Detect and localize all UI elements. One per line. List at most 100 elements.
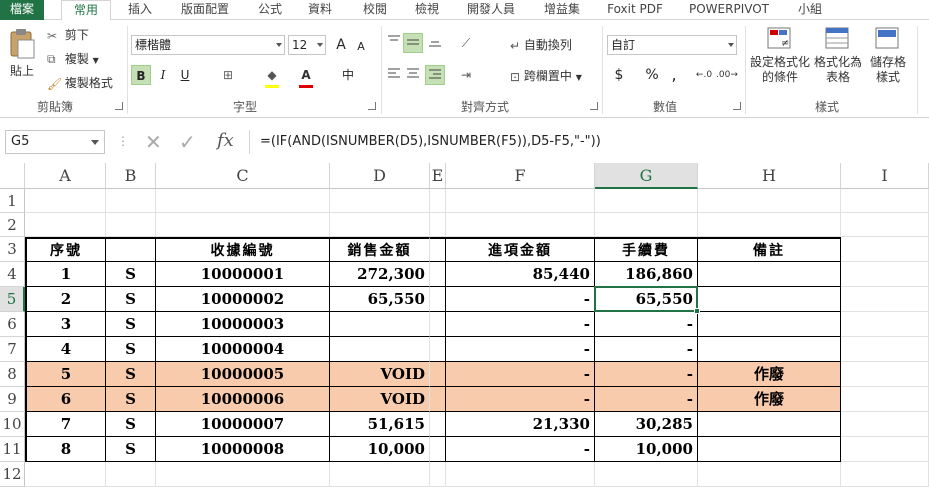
cell-G1[interactable] — [595, 189, 698, 213]
cell-G10[interactable]: 30,285 — [595, 412, 698, 437]
cell-I2[interactable] — [841, 213, 929, 237]
borders-icon[interactable]: ⊞ — [218, 65, 238, 85]
cell-D6[interactable] — [330, 312, 430, 337]
align-center-icon[interactable] — [403, 65, 423, 85]
cell-F11[interactable]: - — [446, 437, 595, 462]
number-format-combo[interactable]: 自訂 — [607, 35, 737, 55]
cell-G12[interactable] — [595, 462, 698, 487]
column-header-H[interactable]: H — [698, 163, 841, 189]
tab-10[interactable]: Foxit PDF — [605, 0, 665, 20]
cell-F8[interactable]: - — [446, 362, 595, 387]
row-header-4[interactable]: 4 — [0, 262, 25, 287]
cell-B4[interactable]: S — [106, 262, 156, 287]
column-header-D[interactable]: D — [330, 163, 430, 189]
row-header-3[interactable]: 3 — [0, 237, 25, 262]
format-as-table-button[interactable]: 格式化為表格 — [812, 26, 864, 85]
cell-A8[interactable]: 5 — [25, 362, 106, 387]
align-left-icon[interactable] — [384, 65, 404, 85]
align-top-icon[interactable] — [384, 33, 404, 53]
cell-G9[interactable]: - — [595, 387, 698, 412]
cell-G7[interactable]: - — [595, 337, 698, 362]
cell-F6[interactable]: - — [446, 312, 595, 337]
tab-12[interactable]: 小組 — [794, 0, 826, 20]
tab-5[interactable]: 資料 — [305, 0, 335, 20]
row-header-9[interactable]: 9 — [0, 387, 25, 412]
select-all-corner[interactable] — [0, 163, 25, 189]
cell-D10[interactable]: 51,615 — [330, 412, 430, 437]
cell-E6[interactable] — [430, 312, 446, 337]
cell-D5[interactable]: 65,550 — [330, 287, 430, 312]
copy-button[interactable]: ⧉ 複製 ▼ — [47, 50, 99, 67]
cell-G2[interactable] — [595, 213, 698, 237]
tab-6[interactable]: 校閱 — [360, 0, 390, 20]
cell-B10[interactable]: S — [106, 412, 156, 437]
tab-9[interactable]: 增益集 — [537, 0, 587, 20]
indent-icon[interactable]: ⇥ — [456, 65, 476, 85]
tab-8[interactable]: 開發人員 — [461, 0, 521, 20]
tab-4[interactable]: 公式 — [255, 0, 285, 20]
row-header-11[interactable]: 11 — [0, 437, 25, 462]
column-header-I[interactable]: I — [841, 163, 929, 189]
cell-D8[interactable]: VOID — [330, 362, 430, 387]
font-launcher-icon[interactable] — [368, 102, 376, 110]
cell-I5[interactable] — [841, 287, 929, 312]
cell-A11[interactable]: 8 — [25, 437, 106, 462]
cell-D12[interactable] — [330, 462, 430, 487]
cell-A2[interactable] — [25, 213, 106, 237]
clipboard-launcher-icon[interactable] — [115, 102, 123, 110]
cell-E3[interactable] — [430, 237, 446, 262]
cell-B6[interactable]: S — [106, 312, 156, 337]
wrap-text-button[interactable]: ↵ 自動換列 — [510, 36, 572, 53]
cell-H1[interactable] — [698, 189, 841, 213]
grow-font-button[interactable]: A — [331, 35, 351, 55]
insert-function-icon[interactable]: fx — [217, 130, 234, 151]
cell-H6[interactable] — [698, 312, 841, 337]
enter-icon[interactable]: ✓ — [179, 130, 196, 154]
column-header-C[interactable]: C — [156, 163, 330, 189]
cell-F2[interactable] — [446, 213, 595, 237]
cell-B5[interactable]: S — [106, 287, 156, 312]
bold-button[interactable]: B — [131, 65, 151, 85]
cell-I12[interactable] — [841, 462, 929, 487]
cell-E7[interactable] — [430, 337, 446, 362]
row-header-8[interactable]: 8 — [0, 362, 25, 387]
cell-A3[interactable]: 序號 — [25, 237, 106, 262]
column-header-B[interactable]: B — [106, 163, 156, 189]
cell-C5[interactable]: 10000002 — [156, 287, 330, 312]
cell-E11[interactable] — [430, 437, 446, 462]
cell-F10[interactable]: 21,330 — [446, 412, 595, 437]
underline-button[interactable]: U — [175, 65, 195, 85]
cell-C11[interactable]: 10000008 — [156, 437, 330, 462]
number-launcher-icon[interactable] — [733, 102, 741, 110]
cell-F12[interactable] — [446, 462, 595, 487]
cell-B8[interactable]: S — [106, 362, 156, 387]
row-header-10[interactable]: 10 — [0, 412, 25, 437]
cell-B3[interactable] — [106, 237, 156, 262]
cell-I4[interactable] — [841, 262, 929, 287]
conditional-format-button[interactable]: ≠ 設定格式化的條件 — [750, 26, 810, 85]
cell-I11[interactable] — [841, 437, 929, 462]
cell-B9[interactable]: S — [106, 387, 156, 412]
fill-color-icon[interactable]: ◆ — [262, 65, 282, 88]
font-size-combo[interactable]: 12 — [288, 35, 326, 55]
cell-H12[interactable] — [698, 462, 841, 487]
cell-C9[interactable]: 10000006 — [156, 387, 330, 412]
cell-H2[interactable] — [698, 213, 841, 237]
row-header-6[interactable]: 6 — [0, 312, 25, 337]
cell-E10[interactable] — [430, 412, 446, 437]
column-header-G[interactable]: G — [595, 163, 698, 189]
cell-B7[interactable]: S — [106, 337, 156, 362]
cell-D1[interactable] — [330, 189, 430, 213]
cell-F9[interactable]: - — [446, 387, 595, 412]
cell-H3[interactable]: 備註 — [698, 237, 841, 262]
tab-2[interactable]: 插入 — [125, 0, 155, 20]
cell-H11[interactable] — [698, 437, 841, 462]
cell-E12[interactable] — [430, 462, 446, 487]
cell-H10[interactable] — [698, 412, 841, 437]
cell-A9[interactable]: 6 — [25, 387, 106, 412]
phonetic-button[interactable]: 中 — [338, 65, 358, 85]
cell-B1[interactable] — [106, 189, 156, 213]
cell-H5[interactable] — [698, 287, 841, 312]
cell-E8[interactable] — [430, 362, 446, 387]
italic-button[interactable]: I — [153, 65, 173, 85]
